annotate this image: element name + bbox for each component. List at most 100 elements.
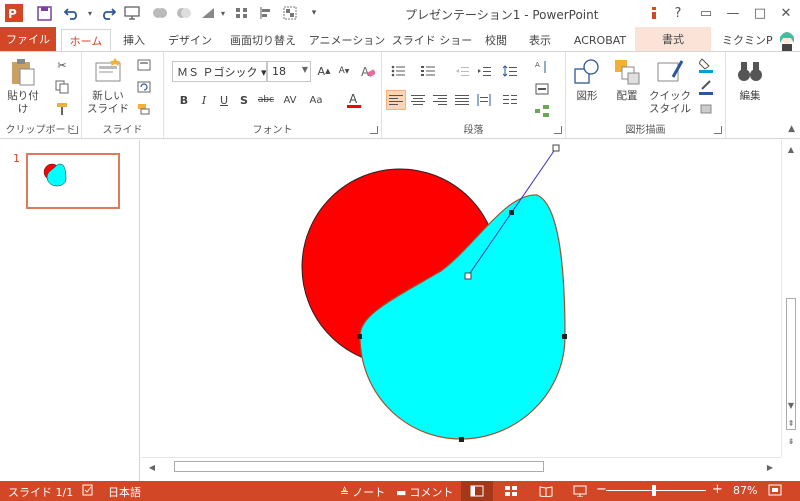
shrink-font-icon[interactable]: A ▼ <box>334 61 354 81</box>
slide-sorter-icon[interactable] <box>495 481 527 501</box>
tab-slideshow[interactable]: スライド ショー <box>392 29 473 51</box>
normal-view-icon[interactable] <box>461 481 493 501</box>
new-slide-button[interactable]: 新しい スライド <box>86 57 130 116</box>
copy-icon[interactable] <box>52 77 72 97</box>
cut-icon[interactable]: ✂ <box>52 55 72 75</box>
align-icon[interactable] <box>256 3 276 23</box>
shape-combine-icon[interactable] <box>174 3 194 23</box>
distributed-icon[interactable] <box>474 90 494 110</box>
reading-view-icon[interactable] <box>530 481 562 501</box>
italic-icon[interactable]: I <box>194 90 214 110</box>
shape-fill-icon[interactable] <box>696 55 716 75</box>
spellcheck-icon[interactable] <box>82 484 94 496</box>
zoom-level[interactable]: 87% <box>733 484 757 497</box>
columns-icon[interactable] <box>500 90 520 110</box>
notes-button[interactable]: ≜ ノート <box>340 484 385 500</box>
align-center-icon[interactable] <box>408 90 428 110</box>
text-direction-icon[interactable]: A <box>532 57 552 77</box>
tab-view[interactable]: 表示 <box>522 29 558 51</box>
start-slideshow-icon[interactable] <box>122 3 142 23</box>
close-button[interactable]: ✕ <box>774 0 798 26</box>
collapse-ribbon-icon[interactable]: ▲ <box>788 124 795 134</box>
powerpoint-logo-icon[interactable]: P <box>4 3 24 23</box>
fit-slide-icon[interactable] <box>768 484 782 496</box>
line-spacing-icon[interactable] <box>500 61 520 81</box>
comments-button[interactable]: ▬ コメント <box>396 484 453 500</box>
grow-font-icon[interactable]: A ▲ <box>314 61 334 81</box>
tab-format[interactable]: 書式 <box>635 27 711 51</box>
zoom-in-button[interactable]: + <box>712 482 723 497</box>
group-icon[interactable] <box>280 3 300 23</box>
strikethrough-icon[interactable]: abc <box>256 90 276 110</box>
bullets-icon[interactable] <box>388 61 408 81</box>
decrease-indent-icon[interactable] <box>452 61 472 81</box>
shapes-button[interactable]: 図形 <box>568 57 606 103</box>
paragraph-launcher-icon[interactable] <box>554 126 562 134</box>
avatar[interactable] <box>776 29 798 51</box>
save-icon[interactable] <box>34 3 54 23</box>
tab-acrobat[interactable]: ACROBAT <box>568 29 632 51</box>
language-indicator[interactable]: 日本語 <box>108 484 141 500</box>
font-name-combo[interactable]: ＭＳ Ｐゴシック ▾ <box>172 61 267 82</box>
shape-effects-icon[interactable] <box>696 99 716 119</box>
scroll-up-icon[interactable]: ▲ <box>782 142 800 156</box>
help-button[interactable]: ? <box>666 0 690 26</box>
scroll-right-icon[interactable]: ▶ <box>763 460 777 474</box>
user-flag-icon[interactable] <box>642 0 666 26</box>
align-text-icon[interactable] <box>532 79 552 99</box>
justify-icon[interactable] <box>452 90 472 110</box>
vertex-handle-right[interactable] <box>562 334 567 339</box>
smartart-icon[interactable] <box>532 101 552 121</box>
scroll-left-icon[interactable]: ◀ <box>145 460 159 474</box>
drawing-launcher-icon[interactable] <box>714 126 722 134</box>
font-size-combo[interactable]: 18 ▼ <box>267 61 311 82</box>
vertex-handle-bottom[interactable] <box>459 437 464 442</box>
slide-indicator[interactable]: スライド 1/1 <box>8 484 73 500</box>
user-name[interactable]: ミクミンP <box>722 32 773 48</box>
font-launcher-icon[interactable] <box>370 126 378 134</box>
zoom-slider-knob[interactable] <box>652 485 656 496</box>
clipboard-launcher-icon[interactable] <box>70 126 78 134</box>
clear-formatting-icon[interactable]: A <box>358 61 378 81</box>
quick-styles-button[interactable]: クイック スタイル <box>648 57 692 116</box>
slide-thumbnail[interactable] <box>26 153 120 212</box>
tab-transitions[interactable]: 画面切り替え <box>228 29 298 51</box>
bezier-control-point[interactable] <box>464 272 472 280</box>
change-case-icon[interactable]: Aa <box>306 90 326 110</box>
paste-button[interactable]: 貼り付け <box>4 57 42 116</box>
bold-icon[interactable]: B <box>174 90 194 110</box>
section-icon[interactable] <box>134 99 154 119</box>
shape-outline-icon[interactable] <box>696 77 716 97</box>
shape-union-icon[interactable] <box>150 3 170 23</box>
align-left-icon[interactable] <box>386 90 406 110</box>
vertex-handle-left[interactable] <box>357 334 362 339</box>
undo-dropdown-icon[interactable]: ▾ <box>80 3 100 23</box>
tab-review[interactable]: 校閲 <box>478 29 514 51</box>
tab-home[interactable]: ホーム <box>61 29 111 51</box>
scroll-down-icon[interactable]: ▼ <box>782 398 800 412</box>
tab-design[interactable]: デザイン <box>162 29 218 51</box>
underline-icon[interactable]: U <box>214 90 234 110</box>
align-right-icon[interactable] <box>430 90 450 110</box>
increase-indent-icon[interactable] <box>474 61 494 81</box>
numbering-icon[interactable] <box>418 61 438 81</box>
reset-slide-icon[interactable] <box>134 77 154 97</box>
slide-canvas[interactable] <box>141 140 781 457</box>
previous-slide-icon[interactable]: ⇞ <box>782 416 800 430</box>
ribbon-display-options-button[interactable]: ▭ <box>694 0 718 26</box>
horizontal-scrollbar[interactable]: ◀ ▶ <box>141 457 781 475</box>
customize-qat-icon[interactable]: ▾ <box>304 3 324 23</box>
shape-dropdown-icon[interactable]: ▾ <box>213 3 233 23</box>
align-distribute-icon[interactable] <box>232 3 252 23</box>
tab-insert[interactable]: 挿入 <box>115 29 153 51</box>
text-shadow-icon[interactable]: S <box>234 90 254 110</box>
horizontal-scroll-thumb[interactable] <box>174 461 544 472</box>
layout-icon[interactable] <box>134 55 154 75</box>
minimize-button[interactable]: — <box>721 0 745 26</box>
format-painter-icon[interactable] <box>52 99 72 119</box>
arrange-button[interactable]: 配置 <box>608 57 646 103</box>
zoom-slider[interactable] <box>606 490 706 491</box>
font-color-icon[interactable]: A <box>344 90 364 110</box>
next-slide-icon[interactable]: ⇟ <box>782 434 800 448</box>
redo-icon[interactable] <box>98 3 118 23</box>
